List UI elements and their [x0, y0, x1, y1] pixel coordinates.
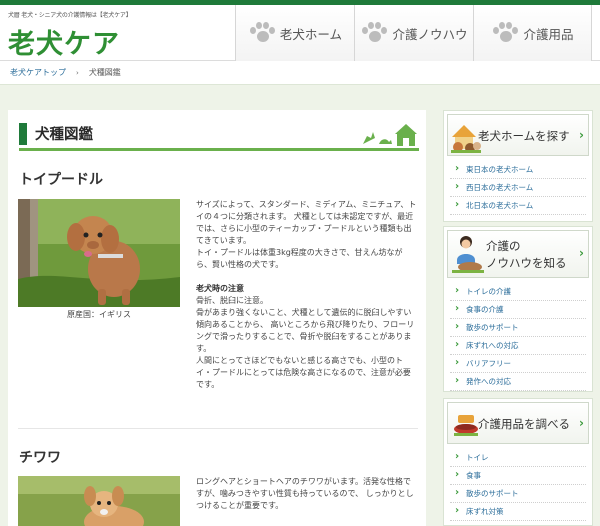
breadcrumb: 老犬ケアトップ › 犬種図鑑 — [0, 61, 600, 85]
nav-item-supplies[interactable]: 介護用品 — [473, 5, 592, 61]
sidebar-link[interactable]: 西日本の老犬ホーム — [450, 178, 586, 197]
sidebar-head-homes[interactable]: 老犬ホームを探す › — [447, 114, 589, 156]
sidebar-list-homes: 東日本の老犬ホーム 西日本の老犬ホーム 北日本の老犬ホーム — [444, 159, 592, 219]
paw-icon — [360, 22, 388, 44]
sidebar-list-knowhow: トイレの介護 食事の介護 散歩のサポート 床ずれへの対応 バリアフリー 発作への… — [444, 281, 592, 395]
sidebar-box-homes: 老犬ホームを探す › 東日本の老犬ホーム 西日本の老犬ホーム 北日本の老犬ホーム — [443, 110, 593, 222]
sidebar-head-knowhow[interactable]: 介護の ノウハウを知る › — [447, 230, 589, 278]
breed-photo-chihuahua — [18, 476, 180, 526]
page-title-row: 犬種図鑑 — [19, 118, 419, 156]
nav-label: 介護ノウハウ — [392, 26, 468, 42]
breadcrumb-separator: › — [76, 68, 79, 77]
sidebar-head-label: 介護用品を調べる — [478, 417, 570, 431]
sidebar-link[interactable]: トイレ — [450, 448, 586, 467]
chevron-right-icon: › — [579, 246, 584, 260]
senior-care-note: 骨折、脱臼に注意。 — [196, 296, 268, 305]
paw-icon — [491, 22, 519, 44]
sidebar-head-label: ノウハウを知る — [486, 256, 567, 270]
breed-title: トイプードル — [19, 172, 103, 188]
dog-house-illustration — [363, 124, 417, 146]
section-divider — [18, 428, 418, 429]
sidebar-link[interactable]: 北日本の老犬ホーム — [450, 196, 586, 215]
breed-description: ロングヘアとショートヘアのチワワがいます。活発な性格ですが、噛みつきやすい性質も… — [196, 476, 418, 512]
title-accent-bar — [19, 123, 27, 145]
sidebar-link[interactable]: トイレの介護 — [450, 282, 586, 301]
sidebar-link[interactable]: 床ずれ対策 — [450, 502, 586, 521]
sidebar-box-knowhow: 介護の ノウハウを知る › トイレの介護 食事の介護 散歩のサポート 床ずれへの… — [443, 226, 593, 392]
paw-icon — [248, 22, 276, 44]
sidebar-link[interactable]: 東日本の老犬ホーム — [450, 160, 586, 179]
senior-care-note-title: 老犬時の注意 — [196, 284, 244, 293]
nav-item-knowhow[interactable]: 介護ノウハウ — [354, 5, 473, 61]
sidebar-link[interactable]: 散歩のサポート — [450, 484, 586, 503]
breed-title: チワワ — [19, 450, 61, 466]
global-nav: 老犬ホーム 介護ノウハウ 介護用品 — [235, 5, 592, 61]
pet-supplies-icon — [454, 415, 478, 436]
description-paragraph: トイ・プードルは体重3kg程度の大きさで、甘えん坊ながら、賢い性格の犬です。 — [196, 248, 403, 269]
breed-photo-toy-poodle — [18, 199, 180, 307]
description-paragraph: サイズによって、スタンダード、ミディアム、ミニチュア、トイの４つに分類されます。… — [196, 200, 417, 245]
sidebar-list-supplies: トイレ 食事 散歩のサポート 床ずれ対策 — [444, 447, 592, 525]
title-underline — [19, 148, 419, 151]
main-content: 犬種図鑑 トイプードル 原産国：イギリス サイズによって、スタンダード、ミディア… — [8, 110, 426, 526]
sidebar-head-label: 介護の — [486, 239, 521, 253]
description-paragraph: ロングヘアとショートヘアのチワワがいます。活発な性格ですが、噛みつきやすい性質も… — [196, 477, 414, 510]
breed-photo-caption: 原産国：イギリス — [67, 310, 131, 319]
sidebar-link[interactable]: バリアフリー — [450, 354, 586, 373]
sidebar-head-label: 老犬ホームを探す — [478, 129, 570, 143]
chevron-right-icon: › — [579, 128, 584, 142]
senior-care-note: 骨があまり強くないこと、犬種として遺伝的に脱臼しやすい傾向あることから、 高いと… — [196, 308, 415, 353]
sidebar-link[interactable]: 散歩のサポート — [450, 318, 586, 337]
breadcrumb-current: 犬種図鑑 — [88, 68, 121, 77]
page-title: 犬種図鑑 — [35, 127, 93, 143]
nav-label: 老犬ホーム — [279, 26, 343, 42]
chevron-right-icon: › — [579, 416, 584, 430]
nav-item-home[interactable]: 老犬ホーム — [235, 5, 354, 61]
sidebar-box-supplies: 介護用品を調べる › トイレ 食事 散歩のサポート 床ずれ対策 — [443, 398, 593, 526]
breed-description: サイズによって、スタンダード、ミディアム、ミニチュア、トイの４つに分類されます。… — [196, 199, 418, 391]
caregiver-icon — [452, 236, 484, 273]
sidebar-link[interactable]: 食事 — [450, 466, 586, 485]
sidebar-link[interactable]: 発作への対応 — [450, 372, 586, 391]
site-tagline: 犬暦 老犬・シニア犬の介護情報は【老犬ケア】 — [8, 12, 132, 19]
site-header: 犬暦 老犬・シニア犬の介護情報は【老犬ケア】 老犬ケア 老犬ホーム 介護ノウハウ — [0, 5, 600, 61]
sidebar-link[interactable]: 床ずれへの対応 — [450, 336, 586, 355]
sidebar-head-supplies[interactable]: 介護用品を調べる › — [447, 402, 589, 444]
breadcrumb-home-link[interactable]: 老犬ケアトップ — [10, 67, 66, 78]
nav-label: 介護用品 — [523, 26, 574, 42]
site-logo[interactable]: 老犬ケア — [8, 22, 120, 61]
sidebar-link[interactable]: 食事の介護 — [450, 300, 586, 319]
senior-care-note: 人間にとってさほどでもないと感じる高さでも、小型のトイ・プードルにとっては危険な… — [196, 356, 411, 389]
